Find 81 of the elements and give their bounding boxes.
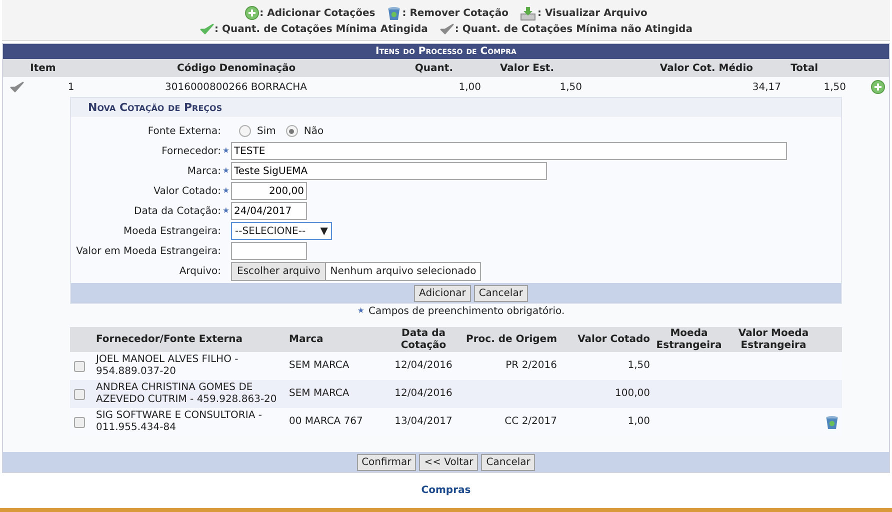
column-header: Valor Cotado	[576, 334, 651, 346]
field-label: Valor em Moeda Estrangeira:	[75, 244, 221, 258]
field-label: Valor Cotado:	[152, 184, 221, 198]
table-cell-text: 1,50	[558, 80, 582, 94]
text-field[interactable]: Teste SigUEMA	[231, 162, 547, 180]
table-cell: 1,00	[628, 416, 650, 427]
required-mark: ★	[222, 146, 230, 156]
column-header: Marca	[288, 334, 324, 346]
column-header: Código Denominação	[176, 62, 297, 76]
page-button[interactable]: << Voltar	[419, 454, 478, 470]
legend-label: : Visualizar Arquivo	[537, 6, 648, 20]
table-cell: 00 MARCA 767	[289, 416, 363, 427]
table-cell-text: 3016000800266 BORRACHA	[164, 80, 308, 94]
column-header: Moeda Estrangeira	[655, 328, 723, 352]
plus-circle-icon[interactable]	[871, 80, 885, 94]
table-cell: 12/04/2016	[394, 388, 452, 399]
column-header: Proc. de Origem	[466, 334, 558, 346]
column-header: Data da Cotação	[400, 328, 448, 352]
trash-icon[interactable]	[387, 6, 402, 20]
table-cell-text: 1	[66, 80, 76, 94]
footer-link[interactable]: Compras	[421, 483, 471, 498]
radio-label: Não	[304, 124, 324, 138]
table-cell: SEM MARCA	[289, 360, 350, 371]
field-label: Data da Cotação:	[133, 204, 221, 218]
plus-circle-icon[interactable]	[244, 6, 259, 20]
column-header: Fornecedor/Fonte Externa	[95, 334, 244, 346]
column-header: Quant.	[414, 62, 453, 76]
radio-button[interactable]	[286, 125, 298, 137]
form-button[interactable]: Adicionar	[414, 284, 471, 302]
table-cell: 1,50	[628, 360, 650, 371]
field-label: Arquivo:	[178, 264, 221, 278]
row-checkbox[interactable]	[74, 416, 85, 428]
legend-label: : Quant. de Cotações Mínima Atingida	[214, 22, 428, 36]
file-field[interactable]: Escolher arquivo Nenhum arquivo selecionado	[231, 262, 481, 280]
table-cell-text: 1,50	[822, 80, 846, 94]
required-mark: ★	[222, 206, 230, 216]
row-checkbox[interactable]	[74, 360, 85, 372]
check-icon	[200, 23, 214, 35]
check-icon	[440, 23, 454, 35]
text-field[interactable]: TESTE	[231, 142, 787, 160]
legend-label: : Adicionar Cotações	[260, 6, 376, 20]
column-header: Valor Moeda Estrangeira	[737, 328, 810, 352]
column-header: Item	[29, 62, 57, 76]
column-header: Valor Est.	[498, 62, 554, 76]
field-label: Moeda Estrangeira:	[122, 224, 221, 238]
table-cell: ANDREA CHRISTINA GOMES DE AZEVEDO CUTRIM - 459.928.863-20	[96, 382, 277, 405]
legend-label: : Remover Cotação	[402, 6, 508, 20]
required-mark: ★	[222, 166, 230, 176]
date-field[interactable]: 24/04/2017	[231, 202, 307, 220]
table-cell-text: 1,00	[458, 80, 481, 94]
required-mark: ★	[357, 305, 364, 317]
field-label: Marca:	[186, 164, 221, 178]
legend-label: : Quant. de Cotações Mínima não Atingida	[454, 22, 692, 36]
column-header: Total	[790, 62, 818, 76]
page-button[interactable]: Cancelar	[481, 454, 536, 470]
field-label: Fornecedor:	[160, 144, 221, 158]
radio-label: Sim	[257, 124, 276, 138]
required-mark: ★	[222, 186, 230, 196]
field-label: Fonte Externa:	[146, 124, 221, 138]
radio-button[interactable]	[239, 125, 251, 137]
download-tray-icon	[520, 6, 536, 20]
currency-select[interactable]: --SELECIONE-- ▼	[231, 222, 332, 240]
table-cell: 100,00	[615, 388, 650, 399]
form-button[interactable]: Cancelar	[474, 284, 528, 302]
money-field[interactable]	[231, 242, 307, 260]
table-cell: CC 2/2017	[504, 416, 557, 427]
required-note: Campos de preenchimento obrigatório.	[368, 304, 565, 318]
column-header: Valor Cot. Médio	[658, 62, 753, 76]
table-cell: 13/04/2017	[394, 416, 452, 427]
trash-icon[interactable]	[824, 414, 838, 430]
page-button[interactable]: Confirmar	[356, 454, 416, 470]
table-cell: JOEL MANOEL ALVES FILHO - 954.889.037-20	[96, 354, 238, 377]
money-field[interactable]: 200,00	[231, 182, 307, 200]
section-title: Itens do Processo de Compra	[3, 44, 889, 59]
table-cell-text: 34,17	[751, 80, 781, 94]
table-cell: SEM MARCA	[289, 388, 350, 399]
form-title: Nova Cotação de Preços	[71, 98, 841, 117]
row-checkbox[interactable]	[74, 388, 85, 400]
table-cell: SIG SOFTWARE E CONSULTORIA - 011.955.434-84	[96, 410, 262, 433]
table-cell: PR 2/2016	[506, 360, 557, 371]
table-cell: 12/04/2016	[394, 360, 452, 371]
